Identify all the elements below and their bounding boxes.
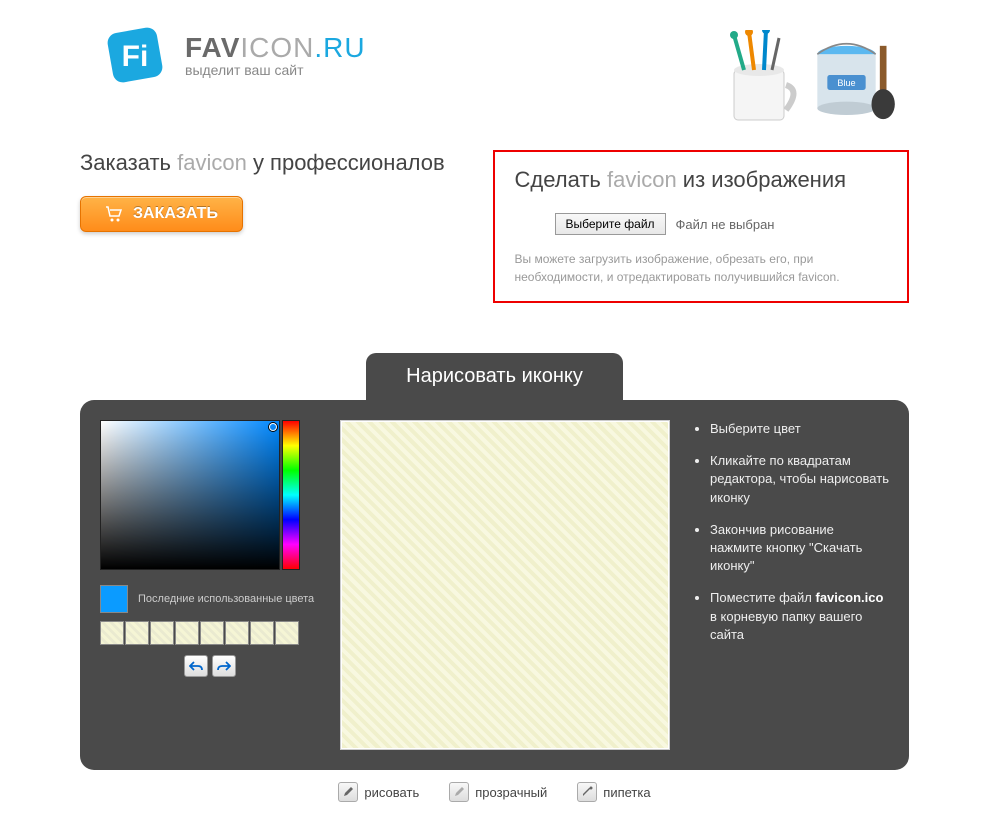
hue-slider[interactable]: [282, 420, 300, 570]
instructions-panel: Выберите цвет Кликайте по квадратам редак…: [690, 420, 889, 750]
decorative-art: Blue: [714, 20, 909, 130]
redo-icon: [217, 660, 231, 672]
instruction-item: Поместите файл favicon.ico в корневую па…: [710, 589, 889, 644]
tools-row: рисовать прозрачный пипетка: [0, 770, 989, 814]
order-title: Заказать favicon у профессионалов: [80, 150, 453, 176]
instruction-item: Выберите цвет: [710, 420, 889, 438]
choose-file-button[interactable]: Выберите файл: [555, 213, 666, 235]
recent-swatch[interactable]: [200, 621, 224, 645]
svg-text:Fi: Fi: [122, 40, 149, 73]
recent-swatch[interactable]: [125, 621, 149, 645]
icon-editor: Последние использованные цвета Выберите …: [80, 400, 909, 770]
recent-swatch[interactable]: [275, 621, 299, 645]
tagline: выделит ваш сайт: [185, 62, 366, 78]
brushes-cup-icon: [714, 30, 804, 130]
saturation-value-box[interactable]: [100, 420, 280, 570]
redo-button[interactable]: [212, 655, 236, 677]
eraser-icon: [449, 782, 469, 802]
instruction-item: Закончив рисование нажмите кнопку "Скача…: [710, 521, 889, 576]
recent-swatch[interactable]: [100, 621, 124, 645]
undo-button[interactable]: [184, 655, 208, 677]
recent-swatch[interactable]: [225, 621, 249, 645]
order-button[interactable]: ЗАКАЗАТЬ: [80, 196, 243, 232]
order-section: Заказать favicon у профессионалов ЗАКАЗА…: [80, 150, 453, 303]
recent-swatch[interactable]: [175, 621, 199, 645]
recent-swatch[interactable]: [150, 621, 174, 645]
favicon-logo-icon: Fi: [100, 20, 170, 90]
cart-icon: [105, 206, 123, 222]
svg-text:Blue: Blue: [837, 78, 855, 88]
recent-swatch[interactable]: [250, 621, 274, 645]
current-color-swatch[interactable]: [100, 585, 128, 613]
editor-title: Нарисовать иконку: [366, 353, 623, 400]
brand-name: FAVICON.RU: [185, 32, 366, 64]
recent-colors-label: Последние использованные цвета: [138, 592, 314, 606]
file-status: Файл не выбран: [676, 217, 775, 232]
pixel-canvas[interactable]: [340, 420, 670, 750]
header: Fi FAVICON.RU выделит ваш сайт B: [0, 0, 989, 140]
logo[interactable]: Fi FAVICON.RU выделит ваш сайт: [100, 20, 366, 90]
eyedropper-icon: [577, 782, 597, 802]
tool-eyedropper[interactable]: пипетка: [577, 782, 650, 802]
upload-hint: Вы можете загрузить изображение, обрезат…: [515, 250, 888, 286]
tool-draw[interactable]: рисовать: [338, 782, 419, 802]
tool-transparent[interactable]: прозрачный: [449, 782, 547, 802]
color-picker[interactable]: [100, 420, 300, 570]
undo-icon: [189, 660, 203, 672]
upload-section: Сделать favicon из изображения Выберите …: [493, 150, 910, 303]
pencil-icon: [338, 782, 358, 802]
instruction-item: Кликайте по квадратам редактора, чтобы н…: [710, 452, 889, 507]
upload-title: Сделать favicon из изображения: [515, 167, 888, 193]
recent-colors: [100, 621, 320, 645]
paint-can-icon: Blue: [809, 20, 909, 130]
